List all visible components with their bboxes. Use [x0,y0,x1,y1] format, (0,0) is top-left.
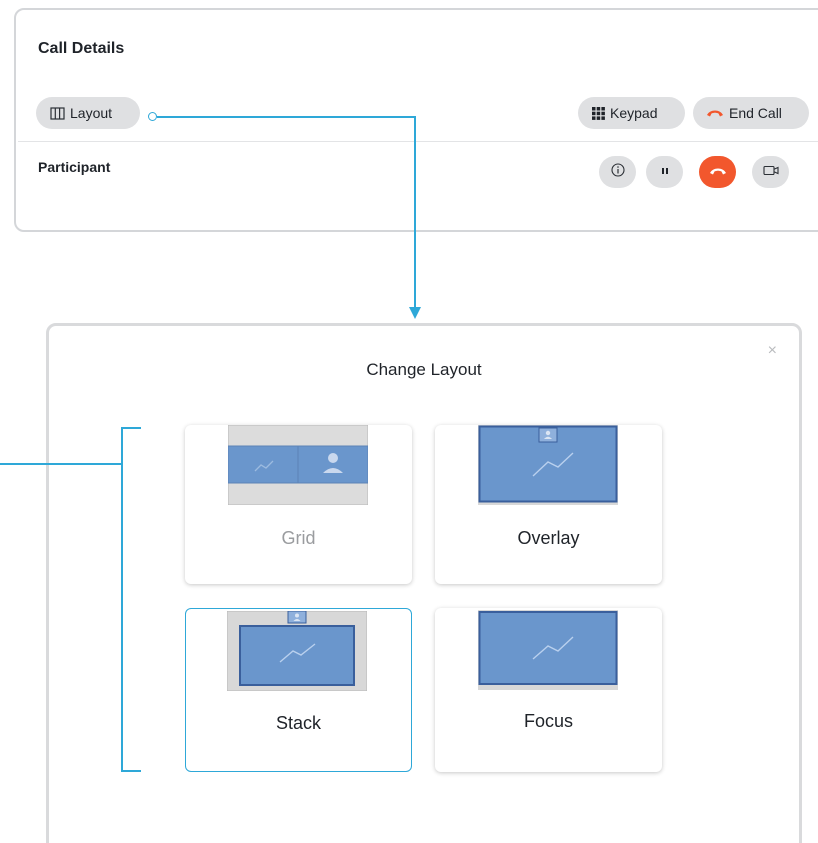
annotation-bracket-top [121,427,141,429]
layout-option-label: Overlay [517,528,580,548]
hangup-icon [709,163,727,181]
layout-option-stack[interactable]: Stack [185,608,412,772]
layout-option-label: Stack [275,713,322,733]
layout-columns-icon [50,106,65,120]
annotation-bracket [121,427,123,771]
layout-option-grid[interactable]: Grid [185,424,412,584]
annotation-bracket-bottom [121,770,141,772]
layout-option-label: Grid [281,528,316,548]
dialog-title: Change Layout [366,360,482,379]
info-icon [610,162,625,182]
end-call-button-label: End Call [729,105,782,121]
layout-option-focus[interactable]: Focus [435,608,662,772]
layout-button-label: Layout [70,105,113,121]
panel-divider [18,141,818,142]
layout-button[interactable]: Layout [36,97,140,129]
layout-option-overlay[interactable]: Overlay [435,425,662,584]
camera-icon [762,163,779,181]
change-layout-dialog: Change Layout × [46,323,802,843]
close-icon[interactable]: × [768,342,777,360]
video-button[interactable] [752,156,789,188]
connector-start-dot [148,112,157,121]
connector-line-vertical [414,116,416,308]
hangup-button[interactable] [699,156,736,188]
keypad-grid-icon [592,106,605,120]
hold-button[interactable] [646,156,683,188]
keypad-button[interactable]: Keypad [578,97,685,129]
connector-line-horizontal [157,116,415,118]
layout-option-label: Focus [523,711,574,731]
pause-icon [660,163,670,181]
connector-arrow-down [409,307,421,319]
keypad-button-label: Keypad [610,105,658,121]
end-call-button[interactable]: End Call [693,97,809,129]
annotation-line [0,463,122,465]
focus-thumbnail [478,610,618,695]
stack-thumbnail [226,610,368,696]
participant-name: Participant [38,159,111,175]
screen: Call Details Layout Keypad End Call Part… [0,0,818,843]
hangup-handset-icon [706,108,724,118]
call-details-title: Call Details [38,40,125,57]
grid-thumbnail [227,424,369,510]
overlay-thumbnail [478,425,618,510]
info-button[interactable] [599,156,636,188]
